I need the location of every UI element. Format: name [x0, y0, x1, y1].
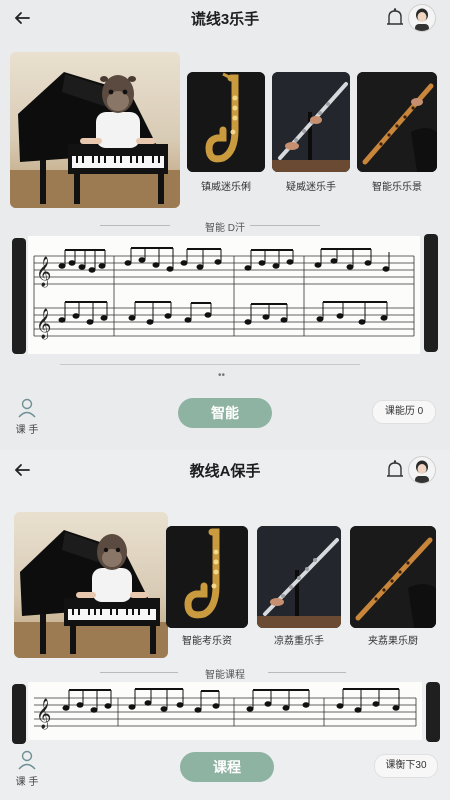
bamboo-flute-icon: [357, 72, 437, 172]
instrument-label: 智能乐乐景: [372, 182, 422, 193]
sheet-music[interactable]: 𝄞: [28, 682, 422, 740]
piano-card[interactable]: [14, 512, 168, 658]
bell-icon[interactable]: [384, 458, 406, 482]
instrument-label: 疑威迷乐手: [286, 182, 336, 193]
bamboo-flute-icon: [350, 526, 436, 628]
scroll-track[interactable]: [60, 364, 360, 365]
score-right-handle[interactable]: [424, 234, 438, 352]
student-button[interactable]: 课 手: [10, 750, 44, 788]
lesson-counter[interactable]: 课衡下30: [374, 754, 438, 778]
section-label: 智能课程: [205, 670, 245, 681]
treble-clef-icon: 𝄞: [36, 256, 51, 288]
saxophone-icon: [187, 72, 265, 172]
score-left-handle[interactable]: [12, 238, 26, 354]
student-label: 课 手: [15, 425, 39, 436]
instrument-label: 智能考乐资: [182, 636, 232, 647]
bamboo-flute-card[interactable]: [357, 72, 437, 172]
lesson-counter[interactable]: 课能历 0: [372, 400, 436, 424]
bottom-panel: 教线A保手 智能考乐资 凉荔重乐手 夹荔果乐厨 智能课程 𝄞 课 手 课程 课衡…: [0, 450, 450, 800]
flute-card[interactable]: [257, 526, 341, 628]
student-button[interactable]: 课 手: [10, 398, 44, 436]
score-left-handle[interactable]: [12, 684, 26, 744]
svg-text:𝄞: 𝄞: [36, 308, 51, 340]
treble-clef-icon: 𝄞: [36, 698, 51, 730]
user-icon: [18, 398, 36, 418]
saxophone-icon: [166, 526, 248, 628]
section-label: 智能 D汗: [205, 223, 245, 234]
smart-button[interactable]: 智能: [178, 398, 272, 428]
avatar[interactable]: [408, 4, 436, 32]
instrument-label: 凉荔重乐手: [274, 636, 324, 647]
saxophone-card[interactable]: [166, 526, 248, 628]
instrument-label: 镇威迷乐俐: [201, 182, 251, 193]
top-panel: 谎线3乐手 镇威迷乐俐 疑威迷乐手 智能乐乐景 智能 D汗 𝄞 𝄞 •• 课 手…: [0, 0, 450, 450]
avatar[interactable]: [408, 456, 436, 484]
flute-icon: [272, 72, 350, 172]
sheet-music[interactable]: 𝄞 𝄞: [28, 236, 420, 354]
sheet-music-notation: 𝄞 𝄞: [33, 247, 415, 340]
page-title: 教线A保手: [189, 463, 261, 480]
bamboo-flute-card[interactable]: [350, 526, 436, 628]
course-button[interactable]: 课程: [180, 752, 274, 782]
instrument-label: 夹荔果乐厨: [368, 636, 418, 647]
page-title: 谎线3乐手: [190, 11, 260, 28]
sheet-music-notation: 𝄞: [34, 688, 417, 730]
header: 谎线3乐手: [0, 0, 450, 36]
flute-icon: [257, 526, 341, 628]
score-right-handle[interactable]: [426, 682, 440, 742]
student-label: 课 手: [15, 777, 39, 788]
saxophone-card[interactable]: [187, 72, 265, 172]
user-icon: [18, 750, 36, 770]
bell-icon[interactable]: [384, 6, 406, 30]
piano-card[interactable]: [10, 52, 180, 208]
header: 教线A保手: [0, 452, 450, 488]
flute-card[interactable]: [272, 72, 350, 172]
pagination-dots: ••: [218, 370, 226, 381]
